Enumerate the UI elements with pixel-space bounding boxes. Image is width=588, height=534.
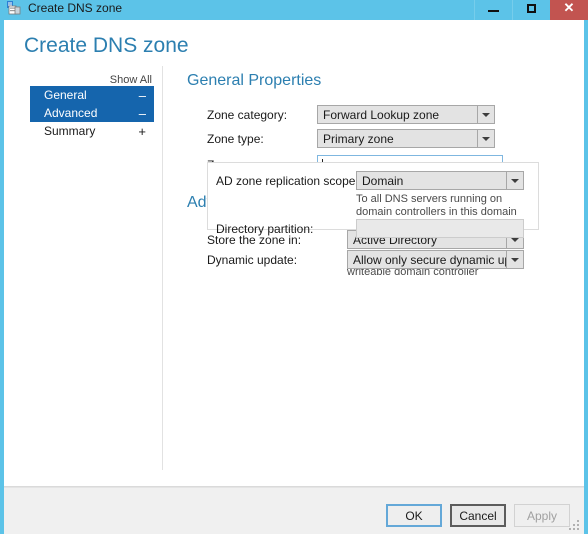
chevron-down-icon[interactable] <box>506 172 523 189</box>
directory-partition-input <box>356 219 524 238</box>
sidebar-item-general[interactable]: General – <box>30 86 154 104</box>
window-title: Create DNS zone <box>28 1 123 15</box>
vertical-divider <box>162 66 163 470</box>
sidebar-item-label: General <box>44 88 87 102</box>
sidebar-item-advanced[interactable]: Advanced – <box>30 104 154 122</box>
title-bar[interactable]: Create DNS zone ✕ <box>0 0 588 20</box>
chevron-down-icon[interactable] <box>506 251 523 268</box>
resize-grip[interactable] <box>569 520 581 532</box>
maximize-button[interactable] <box>512 0 550 20</box>
ok-button[interactable]: OK <box>386 504 442 527</box>
dialog-footer: OK Cancel Apply <box>4 487 584 534</box>
show-all-link[interactable]: Show All <box>110 74 152 86</box>
ad-replication-scope-label: AD zone replication scope: <box>216 173 359 188</box>
sidebar-item-label: Summary <box>44 124 96 138</box>
expand-icon[interactable]: + <box>138 125 146 138</box>
create-dns-zone-window: Create DNS zone ✕ Create DNS zone Show A… <box>0 0 588 534</box>
collapse-icon[interactable]: – <box>139 107 146 120</box>
ad-replication-scope-row: AD zone replication scope: Domain <box>216 171 546 190</box>
dynamic-update-dropdown[interactable]: Allow only secure dynamic updates (rec <box>347 250 524 269</box>
minimize-button[interactable] <box>474 0 512 20</box>
chevron-down-icon[interactable] <box>477 106 494 123</box>
zone-type-value: Primary zone <box>323 131 394 146</box>
ad-replication-scope-hint: To all DNS servers running on domain con… <box>356 193 517 218</box>
chevron-down-icon[interactable] <box>477 130 494 147</box>
zone-category-value: Forward Lookup zone <box>323 107 440 122</box>
general-properties-heading: General Properties <box>187 72 322 89</box>
zone-type-dropdown[interactable]: Primary zone <box>317 129 495 148</box>
ad-replication-scope-value: Domain <box>362 173 404 188</box>
maximize-icon <box>527 3 536 13</box>
dynamic-update-value: Allow only secure dynamic updates (rec <box>353 252 506 267</box>
zone-category-label: Zone category: <box>207 107 288 122</box>
show-all-row: Show All <box>30 72 154 86</box>
footer-buttons: OK Cancel Apply <box>386 504 570 527</box>
apply-button: Apply <box>514 504 570 527</box>
window-controls: ✕ <box>474 0 588 20</box>
collapse-icon[interactable]: – <box>139 89 146 102</box>
dynamic-update-label: Dynamic update: <box>207 252 298 267</box>
sidebar-item-summary[interactable]: Summary + <box>30 122 154 140</box>
directory-partition-label: Directory partition: <box>216 221 314 236</box>
dns-zone-icon <box>6 0 22 16</box>
zone-type-row: Zone type: Primary zone <box>207 129 547 148</box>
close-icon: ✕ <box>563 0 575 15</box>
wizard-navigation: Show All General – Advanced – Summary + <box>30 72 154 140</box>
dialog-content: Create DNS zone Show All General – Advan… <box>4 20 584 534</box>
directory-partition-row: Directory partition: <box>216 219 546 238</box>
sidebar-item-label: Advanced <box>44 106 98 120</box>
cancel-button[interactable]: Cancel <box>450 504 506 527</box>
minimize-icon <box>488 10 499 12</box>
page-title: Create DNS zone <box>24 34 189 57</box>
zone-category-row: Zone category: Forward Lookup zone <box>207 105 547 124</box>
zone-category-dropdown[interactable]: Forward Lookup zone <box>317 105 495 124</box>
ad-replication-scope-dropdown[interactable]: Domain <box>356 171 524 190</box>
zone-type-label: Zone type: <box>207 131 264 146</box>
close-button[interactable]: ✕ <box>550 0 588 20</box>
dynamic-update-row: Dynamic update: Allow only secure dynami… <box>207 250 547 269</box>
